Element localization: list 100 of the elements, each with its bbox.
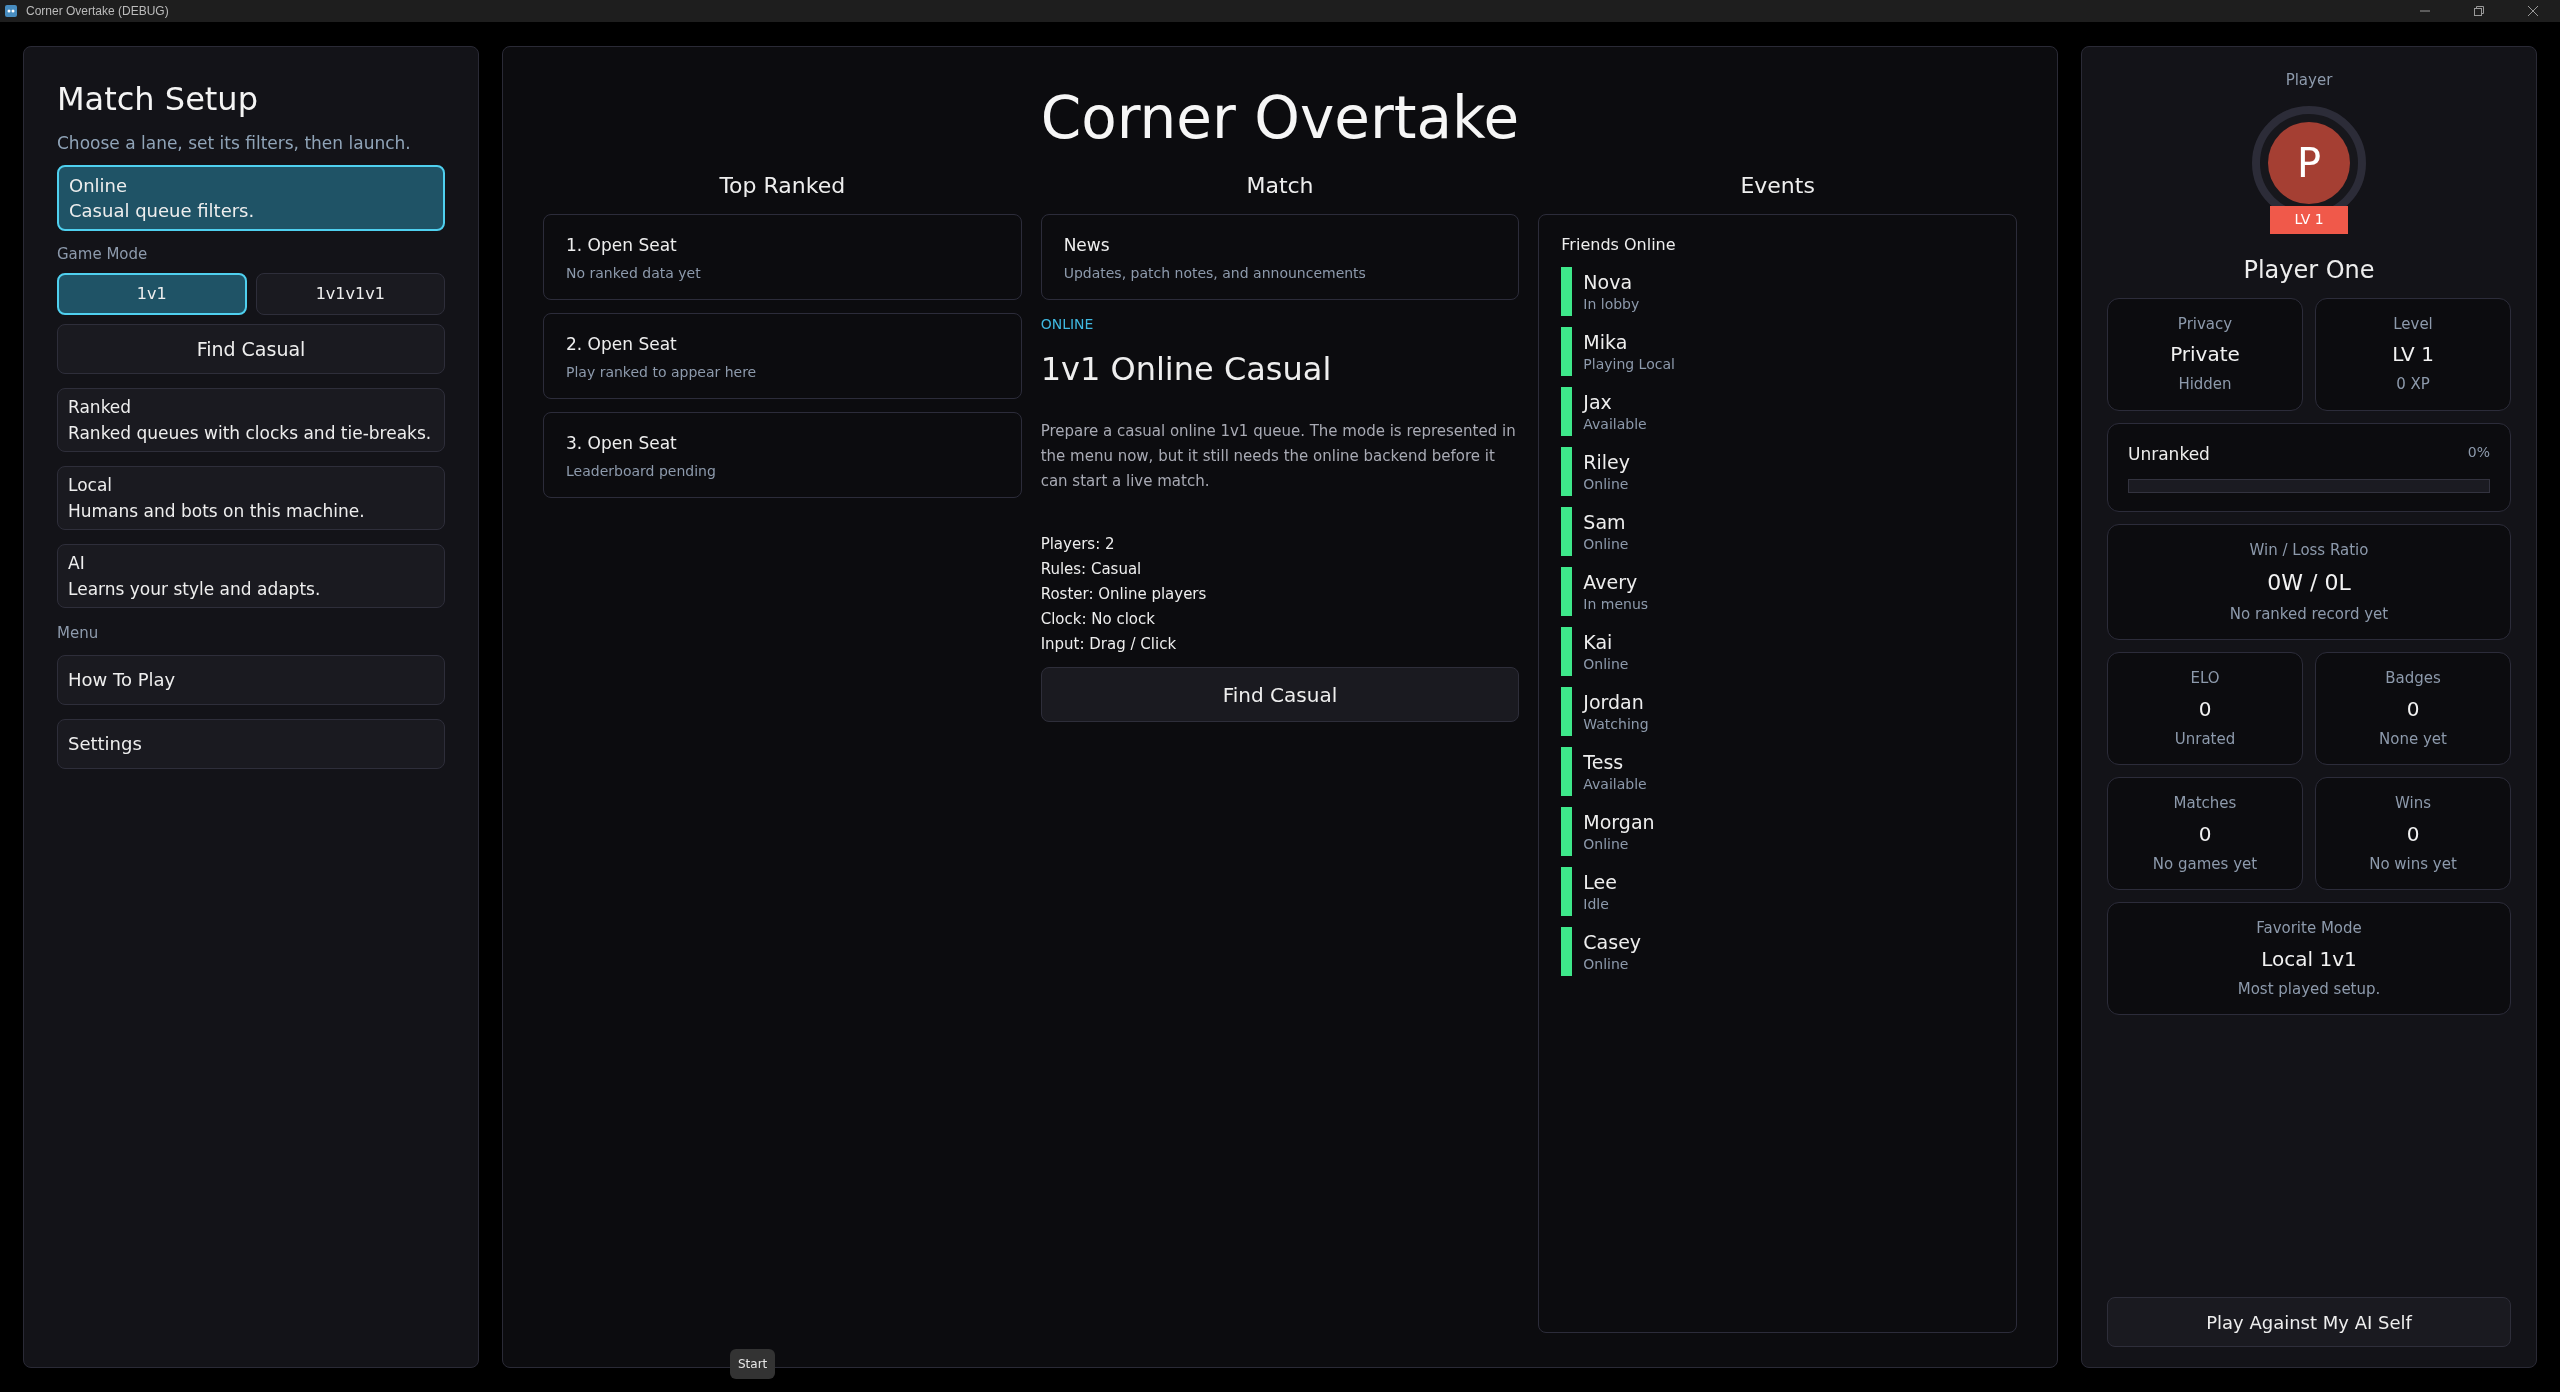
match-detail: Players: 2 xyxy=(1040,534,1116,555)
friend-name: Morgan xyxy=(1583,809,1655,834)
status-bar xyxy=(1561,327,1573,376)
mode-tag: ONLINE xyxy=(1040,314,1520,335)
friend-status: Online xyxy=(1583,474,1630,494)
stat-label: Win / Loss Ratio xyxy=(2249,540,2369,561)
status-bar xyxy=(1561,807,1573,856)
friend-status: In lobby xyxy=(1583,294,1640,314)
player-name: Player One xyxy=(2242,254,2376,286)
news-card[interactable]: News Updates, patch notes, and announcements xyxy=(1040,214,1520,300)
stat-value: Private xyxy=(2170,341,2240,368)
leaderboard-title: 2. Open Seat xyxy=(566,333,678,356)
rank-name: Unranked xyxy=(2128,442,2210,466)
lane-card[interactable]: Local Humans and bots on this machine. xyxy=(57,466,445,530)
stat-label: Badges xyxy=(2385,668,2441,689)
friend-status: Online xyxy=(1583,834,1630,854)
status-bar xyxy=(1561,267,1573,316)
stat-value: 0 xyxy=(2406,820,2420,848)
match-detail: Roster: Online players xyxy=(1040,584,1208,605)
restore-icon[interactable] xyxy=(2474,6,2484,16)
friend-status: Playing Local xyxy=(1583,354,1675,374)
menu-button[interactable]: Settings xyxy=(57,718,445,769)
friend-name: Mika xyxy=(1583,329,1629,354)
leaderboard-subtitle: Play ranked to appear here xyxy=(566,362,758,382)
mode-title: 1v1 Online Casual xyxy=(1040,349,1333,390)
panel-title: Match Setup xyxy=(57,79,259,120)
leaderboard-title: 3. Open Seat xyxy=(566,432,678,455)
status-bar xyxy=(1561,867,1573,916)
friend-name: Riley xyxy=(1583,449,1631,474)
friend-name: Kai xyxy=(1583,629,1614,654)
friend-status: Watching xyxy=(1583,714,1649,734)
stat-note: No ranked record yet xyxy=(2229,603,2389,625)
stat-value: LV 1 xyxy=(2392,341,2434,368)
friend-status: In menus xyxy=(1583,594,1649,614)
stat-label: ELO xyxy=(2190,668,2220,689)
friend-name: Avery xyxy=(1583,569,1639,594)
menu-button[interactable]: How To Play xyxy=(57,654,445,705)
stat-value: 0W / 0L xyxy=(2267,568,2351,597)
friend-name: Jordan xyxy=(1583,689,1645,714)
find-casual-button[interactable]: Find Casual xyxy=(1040,667,1520,722)
friend-status: Online xyxy=(1583,534,1629,554)
stat-note: None yet xyxy=(2379,728,2447,750)
friend-name: Sam xyxy=(1583,509,1627,534)
stat-note: Unrated xyxy=(2174,728,2236,750)
lane-card[interactable]: AI Learns your style and adapts. xyxy=(57,544,445,608)
mode-description: Prepare a casual online 1v1 queue. The mode is represented in the menu now, but it still needs the online backend before it can start a live match. xyxy=(1040,421,1517,492)
friend-name: Tess xyxy=(1583,749,1625,774)
status-bar xyxy=(1561,747,1573,796)
panel-label: Player xyxy=(2284,70,2334,91)
column-heading: Events xyxy=(1739,172,1816,200)
leaderboard-subtitle: No ranked data yet xyxy=(566,263,702,283)
stat-note: Most played setup. xyxy=(2237,978,2381,1000)
status-bar xyxy=(1561,447,1573,496)
lane-card[interactable]: Ranked Ranked queues with clocks and tie-breaks. xyxy=(57,388,445,452)
status-bar xyxy=(1561,687,1573,736)
lane-card[interactable]: Online Casual queue filters. xyxy=(57,164,445,231)
friend-status: Idle xyxy=(1583,894,1610,914)
stat-label: Favorite Mode xyxy=(2256,918,2362,939)
column-heading: Top Ranked xyxy=(718,172,847,200)
stat-note: 0 XP xyxy=(2396,374,2430,395)
leaderboard-title: 1. Open Seat xyxy=(566,234,678,257)
avatar-initial: P xyxy=(2268,121,2350,204)
friend-status: Online xyxy=(1583,654,1629,674)
leaderboard-subtitle: Leaderboard pending xyxy=(566,461,717,481)
app-icon xyxy=(4,4,18,18)
stat-value: 0 xyxy=(2198,695,2212,723)
close-icon[interactable] xyxy=(2528,6,2538,16)
stat-value: Local 1v1 xyxy=(2261,945,2357,973)
section-label: Game Mode xyxy=(57,243,149,265)
match-detail: Clock: No clock xyxy=(1040,609,1156,630)
match-detail: Rules: Casual xyxy=(1040,559,1143,580)
friend-status: Online xyxy=(1583,954,1630,974)
find-casual-button[interactable]: Find Casual xyxy=(57,324,445,374)
stat-label: Matches xyxy=(2173,793,2237,814)
match-detail: Input: Drag / Click xyxy=(1040,634,1178,655)
stat-value: 0 xyxy=(2198,820,2212,848)
status-bar xyxy=(1561,627,1573,676)
status-bar xyxy=(1561,387,1573,436)
friend-name: Casey xyxy=(1583,929,1642,954)
play-ai-button[interactable]: Play Against My AI Self xyxy=(2107,1297,2511,1347)
stat-label: Privacy xyxy=(2177,313,2233,335)
friend-name: Jax xyxy=(1583,389,1613,414)
stat-label: Wins xyxy=(2395,793,2431,814)
tooltip: Start xyxy=(730,1349,776,1379)
friend-status: Available xyxy=(1583,774,1647,794)
mode-button[interactable]: 1v1v1v1 xyxy=(255,273,445,315)
stat-label: Level xyxy=(2393,313,2433,335)
news-subtitle: Updates, patch notes, and announcements xyxy=(1063,263,1367,283)
window-title: Corner Overtake (DEBUG) xyxy=(26,3,169,20)
mode-button[interactable]: 1v1 xyxy=(57,273,247,315)
column-heading: Match xyxy=(1245,172,1315,200)
status-bar xyxy=(1561,507,1573,556)
status-bar xyxy=(1561,567,1573,616)
stat-note: No wins yet xyxy=(2369,853,2457,875)
friend-name: Nova xyxy=(1583,269,1634,294)
friend-status: Available xyxy=(1583,414,1647,434)
stat-value: 0 xyxy=(2406,695,2420,723)
rank-percent: 0% xyxy=(2467,442,2490,462)
friend-name: Lee xyxy=(1583,869,1617,894)
friends-title: Friends Online xyxy=(1561,234,1677,256)
